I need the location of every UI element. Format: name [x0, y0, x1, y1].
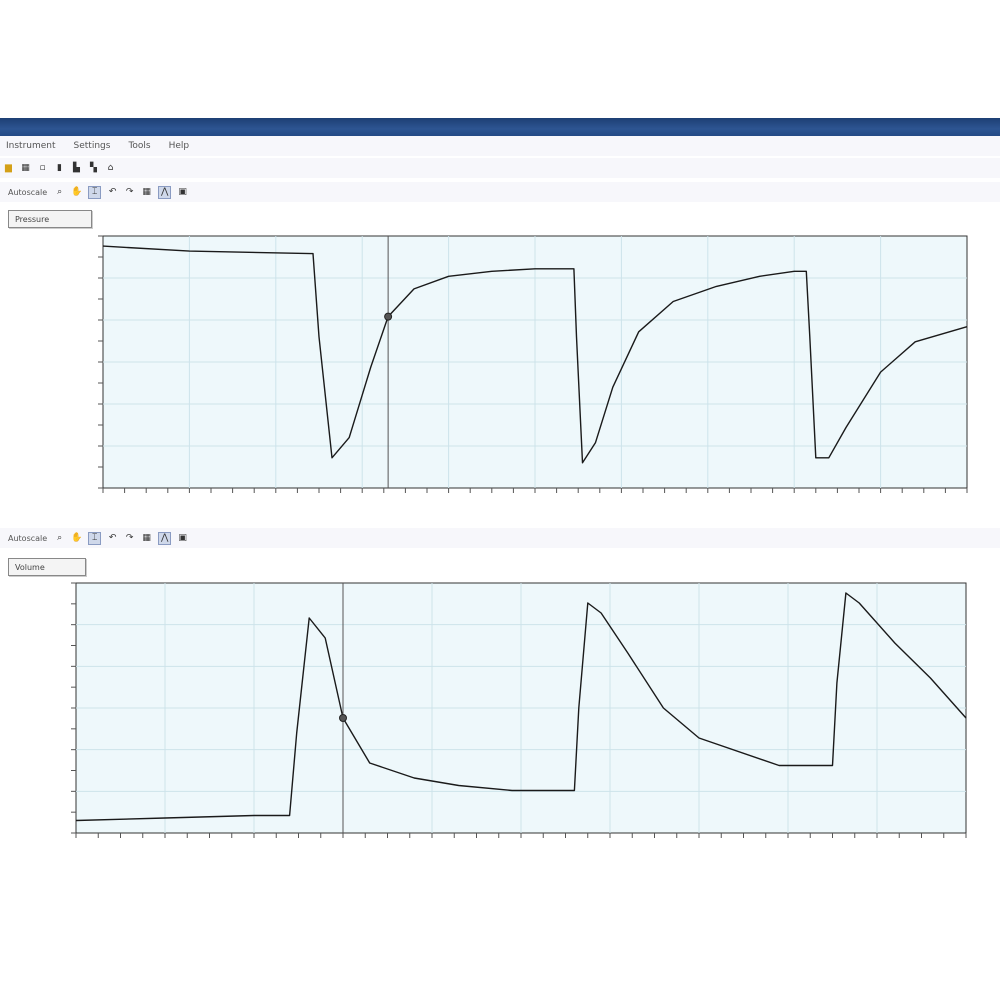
cursor-marker-0	[384, 312, 393, 321]
zoom-icon[interactable]: ⌕	[54, 533, 65, 544]
plot-toolbar-bottom: Autoscale ⌕ ✋ ⌶ ↶ ↷ ▦ ⋀ ▣	[0, 528, 1000, 548]
save-plot-icon[interactable]: ▣	[177, 187, 188, 198]
menu-bar: Instrument Settings Tools Help	[0, 136, 1000, 156]
save-icon[interactable]: ▦	[20, 163, 31, 174]
book-icon[interactable]: ▮	[54, 163, 65, 174]
peak-icon[interactable]: ⋀	[158, 185, 172, 199]
folder-icon[interactable]: ▆	[3, 163, 14, 174]
channel-button-bottom[interactable]: Volume	[8, 558, 86, 576]
plot-area-0	[102, 235, 968, 489]
print-icon[interactable]: ▙	[71, 163, 82, 174]
undo-icon[interactable]: ↶	[107, 533, 118, 544]
plot-area-1	[75, 582, 967, 834]
channel-button-top[interactable]: Pressure	[8, 210, 92, 228]
pan-icon[interactable]: ✋	[71, 533, 82, 544]
pan-icon[interactable]: ✋	[71, 187, 82, 198]
save-plot-icon[interactable]: ▣	[177, 533, 188, 544]
redo-icon[interactable]: ↷	[124, 187, 135, 198]
menu-tools[interactable]: Tools	[128, 141, 150, 151]
autoscale-label-top[interactable]: Autoscale	[8, 188, 47, 197]
series-line-0-0	[102, 245, 968, 464]
menu-settings[interactable]: Settings	[74, 141, 111, 151]
series-line-1-0	[75, 592, 967, 822]
undo-icon[interactable]: ↶	[107, 187, 118, 198]
menu-instrument[interactable]: Instrument	[6, 141, 56, 151]
main-toolbar: ▆ ▦ ▫ ▮ ▙ ▚ ⌂	[0, 158, 1000, 178]
autoscale-label-bottom[interactable]: Autoscale	[8, 534, 47, 543]
grid-icon[interactable]: ▦	[141, 533, 152, 544]
page-icon[interactable]: ▫	[37, 163, 48, 174]
window-title-bar	[0, 118, 1000, 136]
zoom-icon[interactable]: ⌕	[54, 187, 65, 198]
cursor-marker-1	[339, 714, 347, 722]
redo-icon[interactable]: ↷	[124, 533, 135, 544]
export-icon[interactable]: ▚	[88, 163, 99, 174]
cursor-icon[interactable]: ⌶	[88, 531, 102, 545]
chart-icon[interactable]: ⌂	[105, 163, 116, 174]
grid-icon[interactable]: ▦	[141, 187, 152, 198]
menu-help[interactable]: Help	[169, 141, 190, 151]
cursor-icon[interactable]: ⌶	[88, 185, 102, 199]
peak-icon[interactable]: ⋀	[158, 531, 172, 545]
plot-toolbar-top: Autoscale ⌕ ✋ ⌶ ↶ ↷ ▦ ⋀ ▣	[0, 182, 1000, 202]
